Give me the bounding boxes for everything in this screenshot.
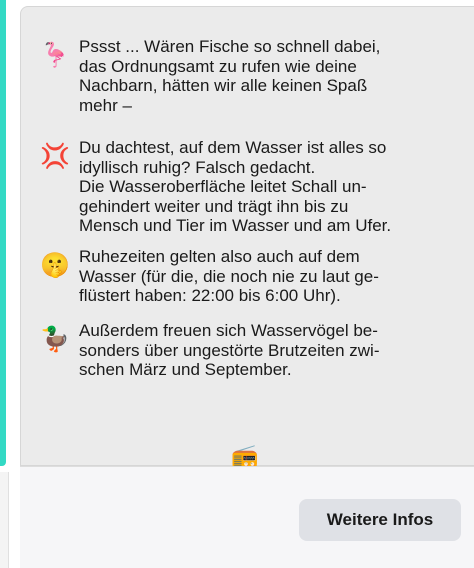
card-footer: Weitere Infos: [20, 466, 474, 568]
shushing-face-icon: 🤫: [40, 251, 70, 279]
left-panel-edge: [0, 472, 9, 568]
paragraph-text: Du dachtest, auf dem Wasser ist alles so…: [79, 138, 392, 235]
paragraph-text: Außerdem freuen sich Wasservögel be- son…: [79, 321, 380, 379]
flamingo-float-icon: 🦩: [40, 41, 70, 69]
info-card: 🦩 Pssst ... Wären Fische so schnell dabe…: [20, 6, 474, 469]
duck-icon: 🦆: [40, 325, 70, 353]
accent-strip: [0, 0, 6, 466]
anger-symbol-icon: 💢: [40, 142, 70, 170]
more-info-button[interactable]: Weitere Infos: [299, 499, 461, 541]
paragraph-text: Ruhezeiten gelten also auch auf dem Wass…: [79, 247, 379, 305]
paragraph-text: Pssst ... Wären Fische so schnell dabei,…: [79, 37, 381, 115]
